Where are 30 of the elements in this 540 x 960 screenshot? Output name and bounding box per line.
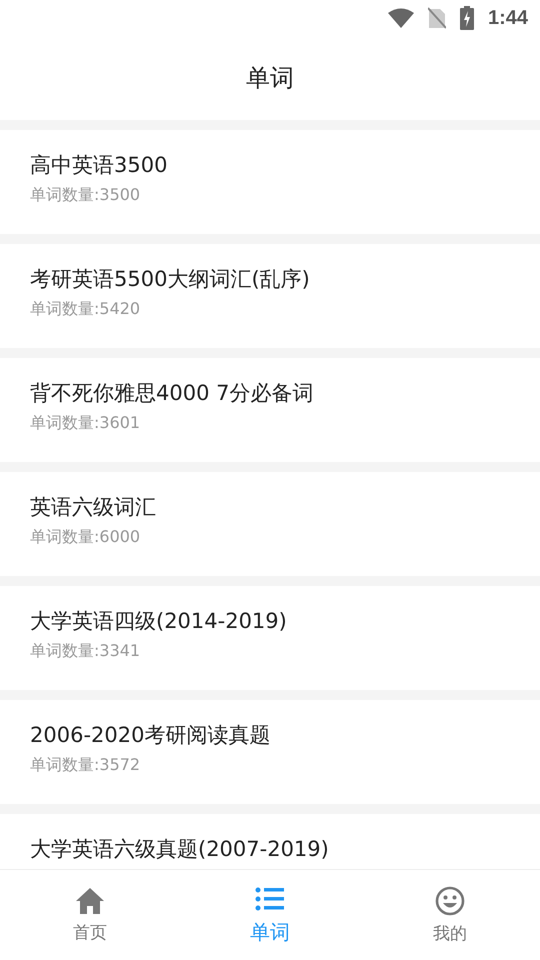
word-count: 单词数量:3601 (30, 412, 142, 434)
book-item[interactable]: 背不死你雅思4000 7分必备词 单词数量:3601 (0, 358, 540, 462)
book-title: 英语六级词汇 (30, 494, 157, 521)
word-count: 单词数量:5420 (30, 298, 142, 320)
smiley-icon (435, 886, 465, 916)
book-title: 2006-2020考研阅读真题 (30, 722, 272, 749)
nav-tab[interactable]: 首页 (0, 870, 180, 960)
battery-icon (460, 6, 474, 30)
nav-tab[interactable]: 我的 (360, 870, 540, 960)
page-title: 单词 (246, 63, 294, 94)
book-item[interactable]: 大学英语四级(2014-2019) 单词数量:3341 (0, 586, 540, 690)
book-item[interactable]: 英语六级词汇 单词数量:6000 (0, 472, 540, 576)
book-title: 背不死你雅思4000 7分必备词 (30, 380, 314, 407)
word-count: 单词数量:6000 (30, 526, 142, 548)
book-title: 高中英语3500 (30, 152, 168, 179)
book-item[interactable]: 2006-2020考研阅读真题 单词数量:3572 (0, 700, 540, 804)
book-title: 考研英语5500大纲词汇(乱序) (30, 266, 311, 293)
list-icon (255, 884, 285, 912)
wifi-icon (388, 8, 414, 28)
book-item[interactable]: 大学英语六级真题(2007-2019) (0, 814, 540, 869)
status-time: 1:44 (488, 6, 528, 30)
book-title: 大学英语六级真题(2007-2019) (30, 836, 330, 863)
home-icon (75, 886, 105, 914)
book-item[interactable]: 考研英语5500大纲词汇(乱序) 单词数量:5420 (0, 244, 540, 348)
book-title: 大学英语四级(2014-2019) (30, 608, 288, 635)
word-count: 单词数量:3500 (30, 184, 142, 206)
word-count: 单词数量:3341 (30, 640, 142, 662)
no-sim-icon (428, 7, 446, 29)
word-count: 单词数量:3572 (30, 754, 142, 776)
book-item[interactable]: 高中英语3500 单词数量:3500 (0, 130, 540, 234)
